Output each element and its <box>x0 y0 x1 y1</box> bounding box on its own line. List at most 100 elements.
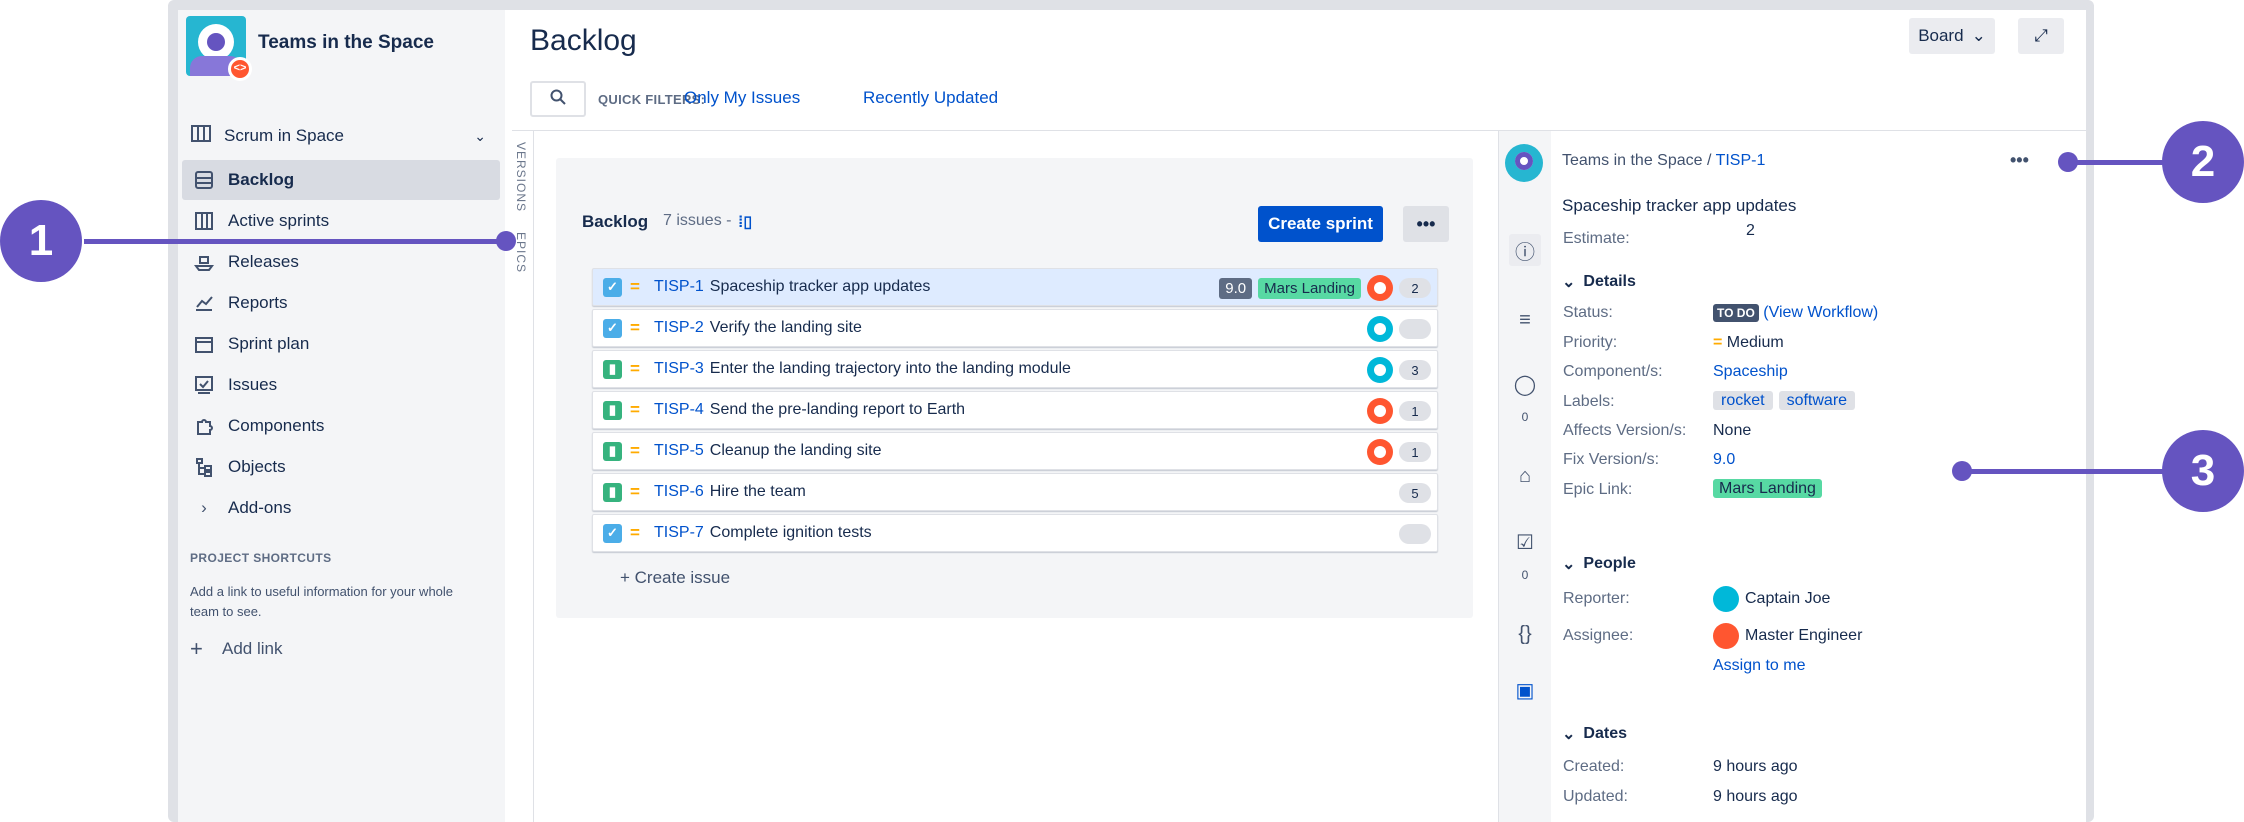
issue-key[interactable]: TISP-2 <box>654 319 704 337</box>
avatar <box>1367 398 1393 424</box>
sidebar-item-components[interactable]: Components <box>182 406 500 446</box>
filter-only-my-issues[interactable]: Only My Issues <box>684 88 800 108</box>
description-icon[interactable]: ≡ <box>1509 304 1541 336</box>
chevron-right-icon: › <box>201 498 207 517</box>
project-name[interactable]: Teams in the Space <box>258 32 434 54</box>
issue-row[interactable]: ▮ = TISP-6 Hire the team 5 <box>592 473 1438 511</box>
fix-version-label: Fix Version/s: <box>1563 451 1660 468</box>
fix-version-badge: 9.0 <box>1219 277 1253 299</box>
issue-key-link[interactable]: TISP-1 <box>1716 152 1766 169</box>
issue-key[interactable]: TISP-3 <box>654 360 704 378</box>
comment-icon[interactable]: ◯ <box>1509 368 1541 400</box>
issue-summary[interactable]: Spaceship tracker app updates <box>1562 196 1796 216</box>
reporter-label: Reporter: <box>1563 590 1630 607</box>
more-options-button[interactable]: ••• <box>1403 206 1449 242</box>
more-icon: ••• <box>1416 213 1436 234</box>
issue-row[interactable]: ▮ = TISP-3 Enter the landing trajectory … <box>592 350 1438 388</box>
view-workflow-link[interactable]: (View Workflow) <box>1763 304 1878 321</box>
board-button-label: Board <box>1918 26 1964 45</box>
issue-key[interactable]: TISP-5 <box>654 442 704 460</box>
backlog-title: Backlog <box>582 212 649 231</box>
sidebar-item-label: Issues <box>228 375 278 394</box>
label-tag[interactable]: rocket <box>1713 391 1773 410</box>
search-input[interactable] <box>530 81 586 117</box>
callout-line <box>1962 469 2168 474</box>
issue-row[interactable]: ✓ = TISP-1 Spaceship tracker app updates… <box>592 268 1438 306</box>
affects-version-value[interactable]: None <box>1713 422 1751 440</box>
sidebar-item-active-sprints[interactable]: Active sprints <box>182 201 500 241</box>
epic-link-value: Mars Landing <box>1713 479 1822 498</box>
labels-label: Labels: <box>1563 393 1615 410</box>
expand-button[interactable]: ⤢ <box>2018 18 2064 54</box>
chevron-down-icon: ⌄ <box>1562 726 1576 743</box>
board-icon <box>190 124 212 149</box>
avatar <box>1713 623 1739 649</box>
status-badge[interactable]: TO DO <box>1713 304 1759 322</box>
callout-dot <box>496 231 516 251</box>
callout-dot <box>1952 461 1972 481</box>
epic-badge[interactable]: Mars Landing <box>1713 479 1822 498</box>
add-link-label: Add link <box>222 639 283 658</box>
dates-section[interactable]: ⌄ Dates <box>1562 724 1627 744</box>
issue-key[interactable]: TISP-1 <box>654 278 704 296</box>
details-section[interactable]: ⌄ Details <box>1562 272 1636 292</box>
assignee-value[interactable]: Master Engineer <box>1713 623 1862 649</box>
backlog-view-icon[interactable]: ⁞▯ <box>738 212 752 232</box>
story-points: 1 <box>1399 442 1431 462</box>
board-button[interactable]: Board ⌄ <box>1909 18 1995 54</box>
issue-summary: Cleanup the landing site <box>709 442 882 459</box>
component-value[interactable]: Spaceship <box>1713 363 1788 381</box>
avatar <box>1367 316 1393 342</box>
issue-summary: Send the pre-landing report to Earth <box>709 401 966 418</box>
sidebar-item-reports[interactable]: Reports <box>182 283 500 323</box>
epic-badge[interactable]: Mars Landing <box>1258 277 1361 299</box>
callout-dot <box>2058 152 2078 172</box>
priority-medium-icon: = <box>630 277 640 296</box>
sidebar-item-sprint-plan[interactable]: Sprint plan <box>182 324 500 364</box>
sidebar-item-objects[interactable]: Objects <box>182 447 500 487</box>
epics-tab[interactable]: EPICS <box>514 232 528 273</box>
priority-value[interactable]: = Medium <box>1713 334 1784 352</box>
issue-key[interactable]: TISP-6 <box>654 483 704 501</box>
create-issue-button[interactable]: + Create issue <box>620 568 730 588</box>
backlog-icon <box>192 168 216 192</box>
attachment-icon[interactable]: ⌂ <box>1509 460 1541 492</box>
callout-badge-1: 1 <box>0 200 82 282</box>
people-section[interactable]: ⌄ People <box>1562 554 1636 574</box>
fix-version-value[interactable]: 9.0 <box>1713 451 1735 469</box>
chevron-down-icon: ⌄ <box>474 128 486 144</box>
info-icon[interactable]: ⓘ <box>1509 234 1541 266</box>
reporter-value[interactable]: Captain Joe <box>1713 586 1830 612</box>
assign-to-me-link[interactable]: Assign to me <box>1713 657 1805 675</box>
sidebar-item-add-ons[interactable]: › Add-ons <box>182 488 500 528</box>
issue-row[interactable]: ✓ = TISP-2 Verify the landing site <box>592 309 1438 347</box>
code-icon[interactable]: {} <box>1509 618 1541 650</box>
subtask-icon[interactable]: ☑ <box>1509 526 1541 558</box>
issue-row[interactable]: ▮ = TISP-4 Send the pre-landing report t… <box>592 391 1438 429</box>
board-selector[interactable]: Scrum in Space ⌄ <box>190 118 496 154</box>
story-icon: ▮ <box>603 400 622 420</box>
issue-summary: Hire the team <box>709 483 806 500</box>
expand-icon: ⤢ <box>2034 26 2048 45</box>
sidebar-item-releases[interactable]: Releases <box>182 242 500 282</box>
issue-key[interactable]: TISP-4 <box>654 401 704 419</box>
more-icon[interactable]: ••• <box>2010 150 2029 171</box>
versions-tab[interactable]: VERSIONS <box>514 142 528 212</box>
issue-row[interactable]: ▮ = TISP-5 Cleanup the landing site 1 <box>592 432 1438 470</box>
add-link-button[interactable]: + Add link <box>190 636 282 662</box>
chevron-down-icon: ⌄ <box>1562 274 1576 291</box>
sidebar-item-backlog[interactable]: Backlog <box>182 160 500 200</box>
sidebar-item-issues[interactable]: Issues <box>182 365 500 405</box>
estimate-value[interactable]: 2 <box>1746 222 1755 240</box>
create-sprint-button[interactable]: Create sprint <box>1258 206 1383 242</box>
story-points: 1 <box>1399 401 1431 421</box>
comment-count: 0 <box>1521 410 1529 424</box>
issue-row[interactable]: ✓ = TISP-7 Complete ignition tests <box>592 514 1438 552</box>
task-icon: ✓ <box>603 277 622 297</box>
app-icon[interactable]: ▣ <box>1509 674 1541 706</box>
label-tag[interactable]: software <box>1778 391 1856 410</box>
issue-key[interactable]: TISP-7 <box>654 524 704 542</box>
epic-link-label: Epic Link: <box>1563 481 1633 498</box>
filter-recently-updated[interactable]: Recently Updated <box>863 88 998 108</box>
updated-label: Updated: <box>1563 788 1628 805</box>
